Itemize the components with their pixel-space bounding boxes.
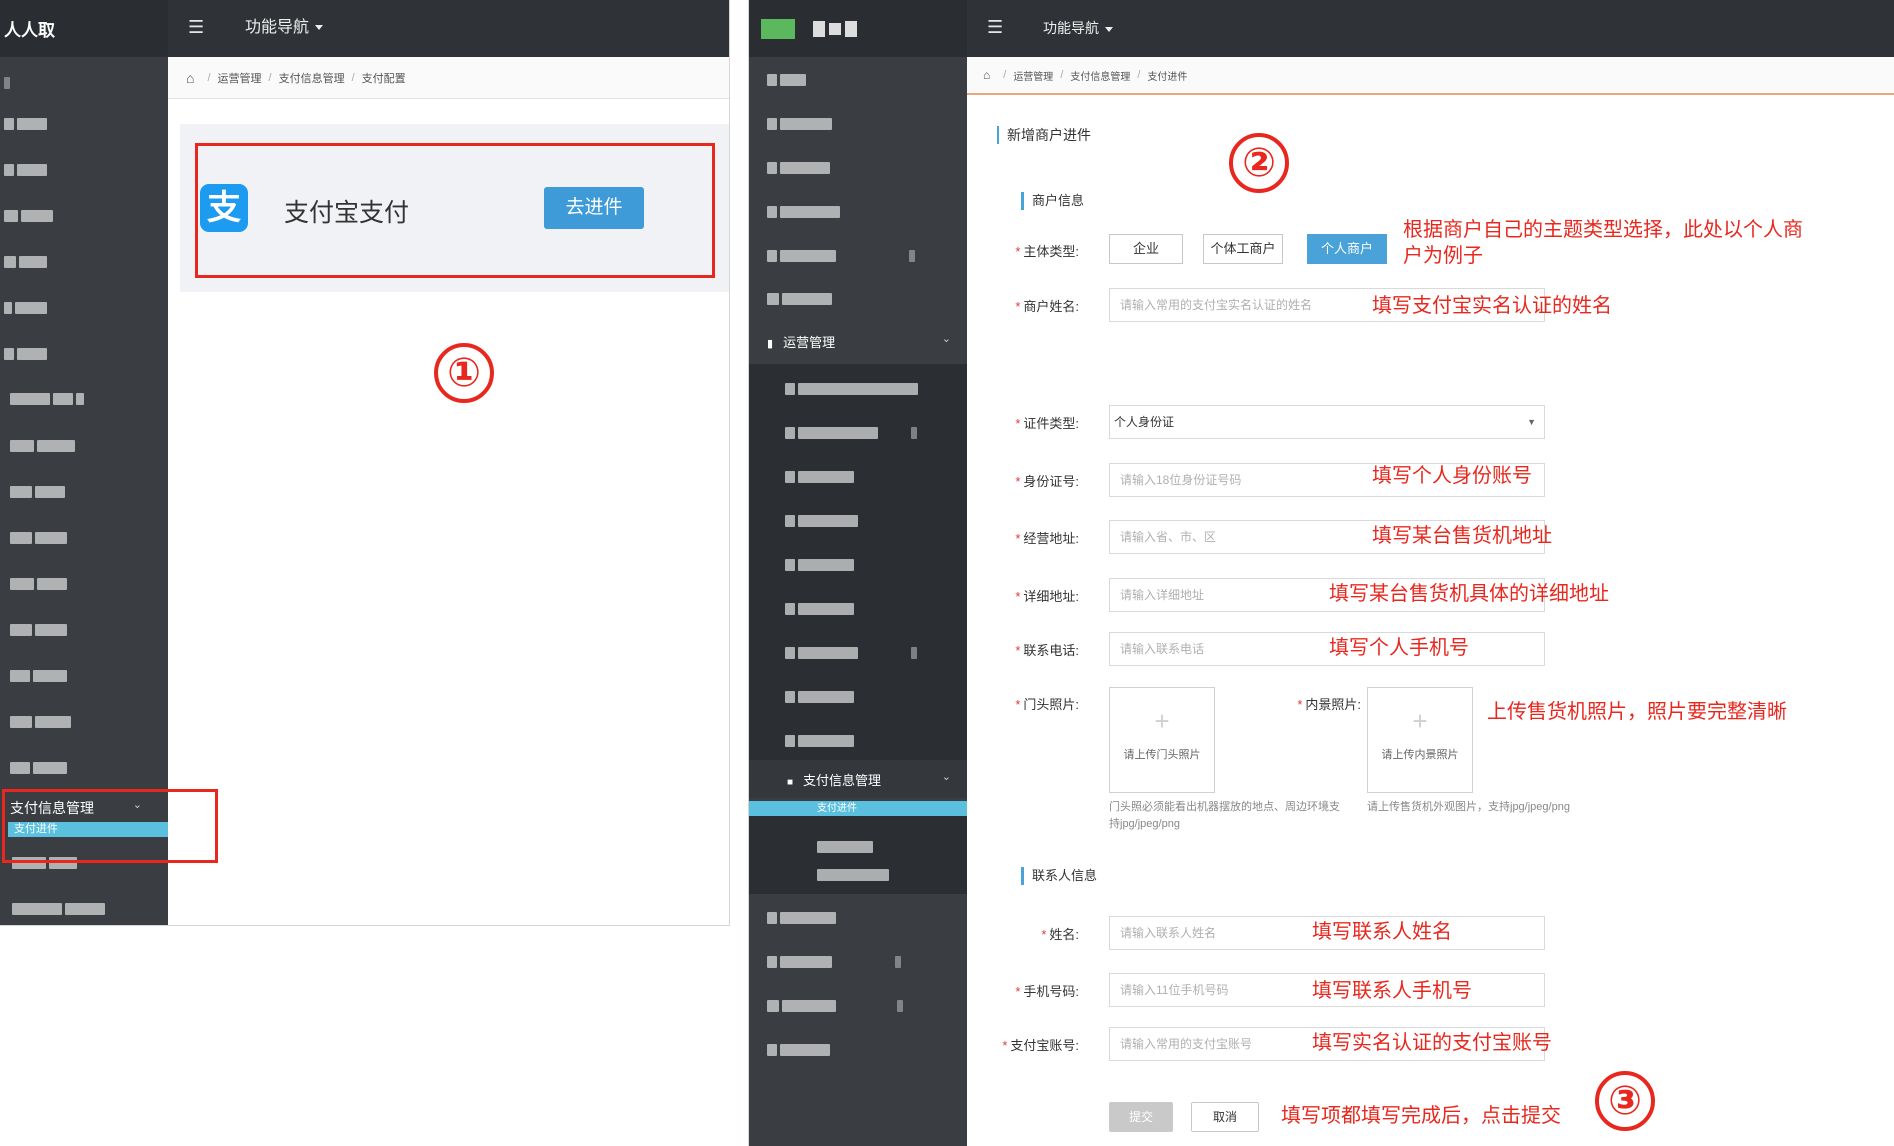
annotation-contact-mobile: 填写联系人手机号 xyxy=(1312,980,1472,1002)
breadcrumb-item[interactable]: 运营管理 xyxy=(218,70,262,86)
annotation-id-number: 填写个人身份账号 xyxy=(1372,465,1532,487)
merchant-name-label: * 商户姓名: xyxy=(1015,299,1079,314)
sidebar-group-operations[interactable]: ▮ 运营管理 ⌄ xyxy=(767,332,957,352)
interior-photo-label: * 内景照片: xyxy=(1297,697,1361,712)
interior-photo-upload[interactable]: + 请上传内景照片 xyxy=(1367,687,1473,793)
breadcrumb-item: 支付进件 xyxy=(1147,71,1188,83)
function-nav-dropdown[interactable]: 功能导航 xyxy=(245,16,324,40)
app-brand: 人人取 xyxy=(0,0,168,57)
function-nav-dropdown[interactable]: 功能导航 xyxy=(1043,16,1113,40)
annotation-photos: 上传售货机照片，照片要完整清晰 xyxy=(1487,701,1787,723)
menu-toggle-icon[interactable]: ☰ xyxy=(987,17,1009,37)
breadcrumb: ⌂ / 运营管理 / 支付信息管理 / 支付配置 xyxy=(168,57,729,99)
section-contact-info: 联系人信息 xyxy=(1021,867,1097,885)
app-logo xyxy=(749,0,967,57)
plus-icon: + xyxy=(1412,706,1428,736)
highlight-box-sidebar xyxy=(2,789,218,863)
phone-label: * 联系电话: xyxy=(1015,643,1079,658)
biz-address-label: * 经营地址: xyxy=(1015,531,1079,546)
page-title: 新增商户进件 xyxy=(997,126,1091,144)
plus-icon: + xyxy=(1154,706,1170,736)
bookmark-icon: ▮ xyxy=(767,338,774,350)
annotation-contact-name: 填写联系人姓名 xyxy=(1312,921,1452,943)
door-photo-label: * 门头照片: xyxy=(1015,697,1079,712)
subject-type-label: * 主体类型: xyxy=(1015,244,1079,259)
top-navbar: ☰ 功能导航 xyxy=(749,0,1894,57)
step-marker-1: ① xyxy=(434,343,494,403)
annotation-merchant-name: 填写支付宝实名认证的姓名 xyxy=(1372,295,1612,317)
section-merchant-info: 商户信息 xyxy=(1021,192,1084,210)
door-photo-upload[interactable]: + 请上传门头照片 xyxy=(1109,687,1215,793)
cancel-button[interactable]: 取消 xyxy=(1191,1102,1259,1132)
annotation-phone: 填写个人手机号 xyxy=(1329,637,1469,659)
breadcrumb-item: 支付配置 xyxy=(361,72,406,85)
breadcrumb: ⌂ / 运营管理 / 支付信息管理 / 支付进件 xyxy=(967,57,1894,95)
subject-option-personal[interactable]: 个人商户 xyxy=(1307,234,1387,264)
contact-mobile-label: * 手机号码: xyxy=(1015,984,1079,999)
annotation-alipay-account: 填写实名认证的支付宝账号 xyxy=(1312,1032,1552,1054)
submit-button[interactable]: 提交 xyxy=(1109,1102,1173,1132)
cert-type-label: * 证件类型: xyxy=(1015,416,1079,431)
sidebar: ▮ 运营管理 ⌄ ■ 支付信息管理 ⌄ 支付进件 xyxy=(749,57,967,1146)
annotation-submit: 填写项都填写完成后，点击提交 xyxy=(1281,1105,1561,1127)
top-navbar: 人人取 ☰ 功能导航 xyxy=(0,0,729,57)
step-marker-2: ② xyxy=(1229,133,1289,193)
alipay-account-label: * 支付宝账号: xyxy=(1002,1038,1079,1053)
cert-type-select[interactable]: 个人身份证 ▼ xyxy=(1109,405,1545,439)
subject-option-enterprise[interactable]: 企业 xyxy=(1109,234,1183,264)
breadcrumb-item[interactable]: 支付信息管理 xyxy=(1070,68,1130,83)
breadcrumb-item[interactable]: 运营管理 xyxy=(1013,68,1053,83)
subject-option-individual-business[interactable]: 个体工商户 xyxy=(1203,234,1283,264)
step-marker-3: ③ xyxy=(1595,1071,1655,1131)
annotation-subject: 根据商户自己的主题类型选择，此处以个人商户为例子 xyxy=(1403,219,1803,267)
onboarding-form: 新增商户进件 ② 商户信息 * 主体类型: 企业 个体工商户 个人商户 根据商户自… xyxy=(967,97,1894,1146)
annotation-detail-address: 填写某台售货机具体的详细地址 xyxy=(1329,583,1609,605)
contact-name-label: * 姓名: xyxy=(1041,927,1079,942)
square-icon: ■ xyxy=(787,777,794,788)
detail-address-label: * 详细地址: xyxy=(1015,589,1079,604)
screenshot-step-1: 人人取 ☰ 功能导航 支付信息管理 ⌄ 支付进件 ⌂ / 运营管理 / 支付信息管理 … xyxy=(0,0,730,926)
breadcrumb-item[interactable]: 支付信息管理 xyxy=(279,70,345,86)
screenshot-step-2: ☰ 功能导航 ▮ 运营管理 ⌄ ■ 支付信息管理 ⌄ 支付进件 ⌂ / 运营管理… xyxy=(748,0,1894,1146)
dropdown-arrow-icon: ▼ xyxy=(1527,417,1536,427)
home-icon[interactable]: ⌂ xyxy=(983,68,990,82)
highlight-box-card xyxy=(195,143,715,278)
menu-toggle-icon[interactable]: ☰ xyxy=(188,17,210,37)
sidebar-item-payment-onboarding[interactable]: 支付进件 xyxy=(749,801,967,816)
phone-input[interactable]: 请输入联系电话 xyxy=(1109,632,1545,666)
annotation-biz-address: 填写某台售货机地址 xyxy=(1372,525,1552,547)
interior-photo-hint: 请上传售货机外观图片，支持jpg/jpeg/png xyxy=(1367,801,1570,813)
sidebar-group-payment-info[interactable]: ■ 支付信息管理 ⌄ xyxy=(787,770,957,790)
id-number-label: * 身份证号: xyxy=(1015,474,1079,489)
door-photo-hint: 门头照必须能看出机器摆放的地点、周边环境支持jpg/jpeg/png xyxy=(1109,801,1340,830)
home-icon[interactable]: ⌂ xyxy=(186,70,194,86)
